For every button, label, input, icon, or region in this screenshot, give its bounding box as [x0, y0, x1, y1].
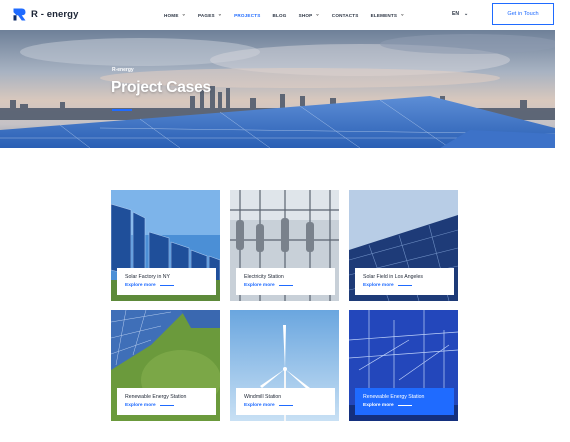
- project-card[interactable]: Solar Factory in NY Explore more: [111, 190, 220, 301]
- dash-line: [278, 285, 293, 286]
- hero-banner: R-energy Project Cases: [0, 30, 555, 148]
- chevron-down-icon: ⌄: [400, 11, 405, 18]
- main-nav: HOME ⌄ PAGES ⌄ PROJECTS BLOG SHOP ⌄ CONT…: [164, 11, 417, 31]
- case-title: Solar Factory in NY: [125, 274, 170, 280]
- site-header: R - energy HOME ⌄ PAGES ⌄ PROJECTS BLOG …: [0, 0, 570, 31]
- case-caption: Solar Field in Los Angeles Explore more: [355, 268, 454, 295]
- link-label: Explore more: [125, 403, 156, 408]
- nav-item-pages[interactable]: PAGES ⌄: [198, 11, 222, 19]
- chevron-down-icon: ⌄: [315, 11, 320, 18]
- project-card[interactable]: Electricity Station Explore more: [230, 190, 339, 301]
- title-underline: [112, 109, 132, 111]
- logo-r-icon: [13, 8, 26, 21]
- chevron-down-icon: ⌄: [181, 11, 186, 18]
- link-label: Explore more: [244, 283, 275, 288]
- brand-name: R - energy: [31, 9, 79, 20]
- case-title: Renewable Energy Station: [125, 394, 187, 400]
- hero-background-image: [0, 30, 555, 148]
- nav-item-home[interactable]: HOME ⌄: [164, 11, 186, 19]
- hero-kicker: R-energy: [112, 67, 134, 73]
- chevron-down-icon: ⌄: [463, 11, 469, 17]
- dash-line: [278, 405, 293, 406]
- dash-line: [159, 405, 174, 406]
- case-title: Windmill Station: [244, 394, 282, 400]
- link-label: Explore more: [244, 403, 275, 408]
- nav-item-contacts[interactable]: CONTACTS: [332, 11, 359, 19]
- dash-line: [159, 285, 174, 286]
- case-caption: Solar Factory in NY Explore more: [117, 268, 216, 295]
- get-in-touch-button[interactable]: Get in Touch: [492, 3, 554, 25]
- project-card[interactable]: Renewable Energy Station Explore more: [349, 310, 458, 421]
- nav-item-projects[interactable]: PROJECTS: [234, 11, 261, 31]
- language-value: EN: [452, 11, 459, 17]
- explore-more-link[interactable]: Explore more: [125, 283, 216, 288]
- page-title: Project Cases: [111, 79, 211, 96]
- nav-label: PAGES: [197, 12, 215, 18]
- project-card[interactable]: Windmill Station Explore more: [230, 310, 339, 421]
- project-card[interactable]: Renewable Energy Station Explore more: [111, 310, 220, 421]
- explore-more-link[interactable]: Explore more: [363, 403, 454, 408]
- case-title: Solar Field in Los Angeles: [363, 274, 423, 280]
- nav-label: CONTACTS: [331, 12, 359, 18]
- nav-label: BLOG: [272, 12, 287, 18]
- case-title: Electricity Station: [244, 274, 284, 280]
- explore-more-link[interactable]: Explore more: [244, 283, 335, 288]
- nav-label: ELEMENTS: [370, 12, 398, 18]
- case-caption: Renewable Energy Station Explore more: [355, 388, 454, 415]
- link-label: Explore more: [125, 283, 156, 288]
- logo[interactable]: R - energy: [12, 7, 78, 22]
- dash-line: [397, 285, 412, 286]
- nav-label: HOME: [164, 12, 179, 18]
- nav-label: PROJECTS: [234, 12, 261, 18]
- language-select[interactable]: EN ⌄: [452, 11, 468, 17]
- nav-item-shop[interactable]: SHOP ⌄: [299, 11, 320, 19]
- dash-line: [397, 405, 412, 406]
- case-caption: Windmill Station Explore more: [236, 388, 335, 415]
- explore-more-link[interactable]: Explore more: [363, 283, 454, 288]
- explore-more-link[interactable]: Explore more: [244, 403, 335, 408]
- project-card[interactable]: Solar Field in Los Angeles Explore more: [349, 190, 458, 301]
- nav-label: SHOP: [298, 12, 313, 18]
- nav-item-blog[interactable]: BLOG: [273, 11, 287, 19]
- case-caption: Renewable Energy Station Explore more: [117, 388, 216, 415]
- explore-more-link[interactable]: Explore more: [125, 403, 216, 408]
- case-caption: Electricity Station Explore more: [236, 268, 335, 295]
- nav-item-elements[interactable]: ELEMENTS ⌄: [371, 11, 405, 19]
- link-label: Explore more: [363, 403, 394, 408]
- link-label: Explore more: [363, 283, 394, 288]
- case-title: Renewable Energy Station: [363, 394, 425, 400]
- chevron-down-icon: ⌄: [217, 11, 223, 18]
